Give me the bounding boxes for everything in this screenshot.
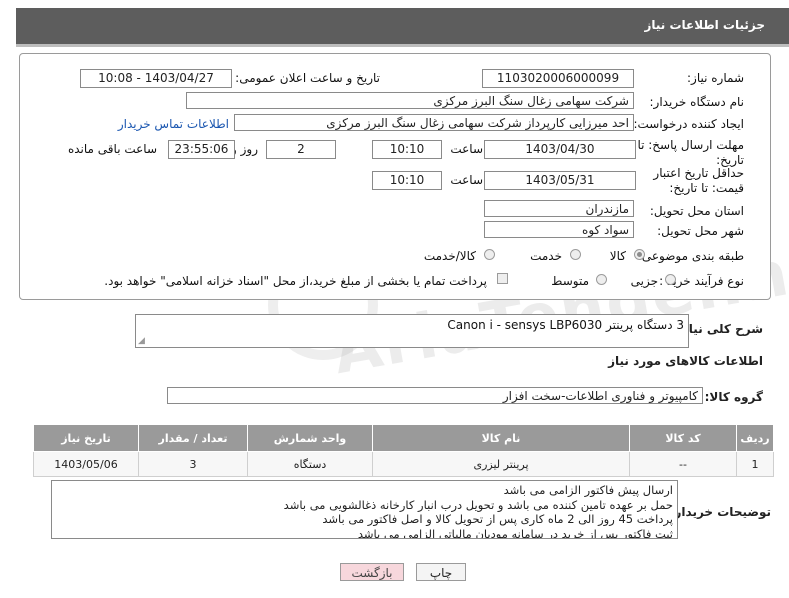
- deadline-date-field: 1403/04/30: [484, 140, 636, 159]
- creator-field: احد میرزایی کارپرداز شرکت سهامی زغال سنگ…: [234, 114, 634, 131]
- buyer-note-line: حمل بر عهده تامین کننده می باشد و تحویل …: [283, 497, 673, 512]
- category-radio-goods[interactable]: [634, 249, 645, 260]
- buyer-notes-field: ارسال پیش فاکتور الزامی می باشد حمل بر ع…: [51, 480, 678, 539]
- process-radio-minor[interactable]: [665, 274, 676, 285]
- buyer-label: نام دستگاه خریدار:: [649, 95, 745, 109]
- print-button[interactable]: چاپ: [416, 563, 466, 581]
- contact-info-link[interactable]: اطلاعات تماس خریدار: [118, 117, 229, 131]
- category-radio-service[interactable]: [570, 249, 581, 260]
- back-button[interactable]: بازگشت: [340, 563, 404, 581]
- cell-item-code: --: [629, 451, 737, 477]
- page-title-bar: جزئیات اطلاعات نیاز: [16, 8, 789, 47]
- province-field: مازندران: [484, 200, 634, 217]
- items-table: ردیف کد کالا نام کالا واحد شمارش تعداد /…: [33, 424, 774, 477]
- province-label: استان محل تحویل:: [649, 204, 744, 218]
- cell-row-number: 1: [736, 451, 774, 477]
- description-label: شرح کلی نیاز:: [677, 322, 763, 336]
- column-header-quantity: تعداد / مقدار: [138, 424, 248, 452]
- column-header-unit: واحد شمارش: [247, 424, 373, 452]
- buyer-note-line: ارسال پیش فاکتور الزامی می باشد: [503, 483, 673, 497]
- goods-group-label: گروه کالا:: [704, 390, 763, 404]
- cell-need-date: 1403/05/06: [33, 451, 139, 477]
- description-text: 3 دستگاه پرینتر Canon i - sensys LBP6030: [447, 318, 684, 332]
- remaining-label: ساعت باقی مانده: [67, 142, 157, 156]
- need-number-field: 1103020006000099: [482, 69, 634, 88]
- table-header-row: ردیف کد کالا نام کالا واحد شمارش تعداد /…: [33, 424, 774, 452]
- table-row: 1 -- پرینتر لیزری دستگاه 3 1403/05/06: [33, 451, 774, 477]
- category-option-goods: کالا: [609, 249, 626, 263]
- column-header-item-code: کد کالا: [629, 424, 737, 452]
- city-label: شهر محل تحویل:: [657, 224, 744, 238]
- column-header-need-date: تاریخ نیاز: [33, 424, 139, 452]
- payment-checkbox[interactable]: [497, 273, 508, 284]
- payment-note: پرداخت تمام یا بخشی از مبلغ خرید،از محل …: [104, 274, 487, 288]
- category-option-goods-service: کالا/خدمت: [423, 249, 476, 263]
- cell-unit: دستگاه: [247, 451, 373, 477]
- resize-handle-icon[interactable]: ◢: [138, 336, 145, 346]
- deadline-label: مهلت ارسال پاسخ: تا تاریخ:: [637, 138, 744, 167]
- category-option-service: خدمت: [530, 249, 562, 263]
- day-and-label: روز و: [231, 142, 258, 156]
- buyer-notes-label: توضیحات خریدار:: [669, 505, 771, 519]
- deadline-time-label: ساعت: [450, 142, 483, 156]
- validity-date-field: 1403/05/31: [484, 171, 636, 190]
- validity-time-field: 10:10: [372, 171, 442, 190]
- cell-quantity: 3: [138, 451, 248, 477]
- process-option-minor: جزیی: [630, 274, 658, 288]
- page-title: جزئیات اطلاعات نیاز: [644, 18, 765, 32]
- announce-label: تاریخ و ساعت اعلان عمومی:: [235, 71, 380, 85]
- buyer-field: شرکت سهامی زغال سنگ البرز مرکزی: [186, 92, 634, 109]
- city-field: سواد کوه: [484, 221, 634, 238]
- column-header-item-name: نام کالا: [372, 424, 630, 452]
- days-field: 2: [266, 140, 336, 159]
- description-field: 3 دستگاه پرینتر Canon i - sensys LBP6030…: [135, 314, 689, 348]
- need-number-label: شماره نیاز:: [687, 71, 744, 85]
- category-radio-goods-service[interactable]: [484, 249, 495, 260]
- process-option-medium: متوسط: [551, 274, 589, 288]
- buyer-note-line: پرداخت 45 روز الی 2 ماه کاری پس از تحویل…: [322, 512, 673, 526]
- validity-time-label: ساعت: [450, 173, 483, 187]
- column-header-row-number: ردیف: [736, 424, 774, 452]
- buyer-note-line: ثبت فاکتور پس از خرید در سامانه مودیان م…: [357, 526, 673, 539]
- category-label: طبقه بندی موضوعی:: [637, 249, 744, 263]
- goods-group-field: کامپیوتر و فناوری اطلاعات-سخت افزار: [167, 387, 703, 404]
- process-radio-medium[interactable]: [596, 274, 607, 285]
- remaining-time-field: 23:55:06: [168, 140, 235, 159]
- deadline-time-field: 10:10: [372, 140, 442, 159]
- announce-field: 1403/04/27 - 10:08: [80, 69, 232, 88]
- creator-label: ایجاد کننده درخواست:: [633, 117, 744, 131]
- cell-item-name: پرینتر لیزری: [372, 451, 630, 477]
- goods-info-title: اطلاعات کالاهای مورد نیاز: [608, 354, 763, 368]
- validity-label: حداقل تاریخ اعتبار قیمت: تا تاریخ:: [653, 166, 744, 195]
